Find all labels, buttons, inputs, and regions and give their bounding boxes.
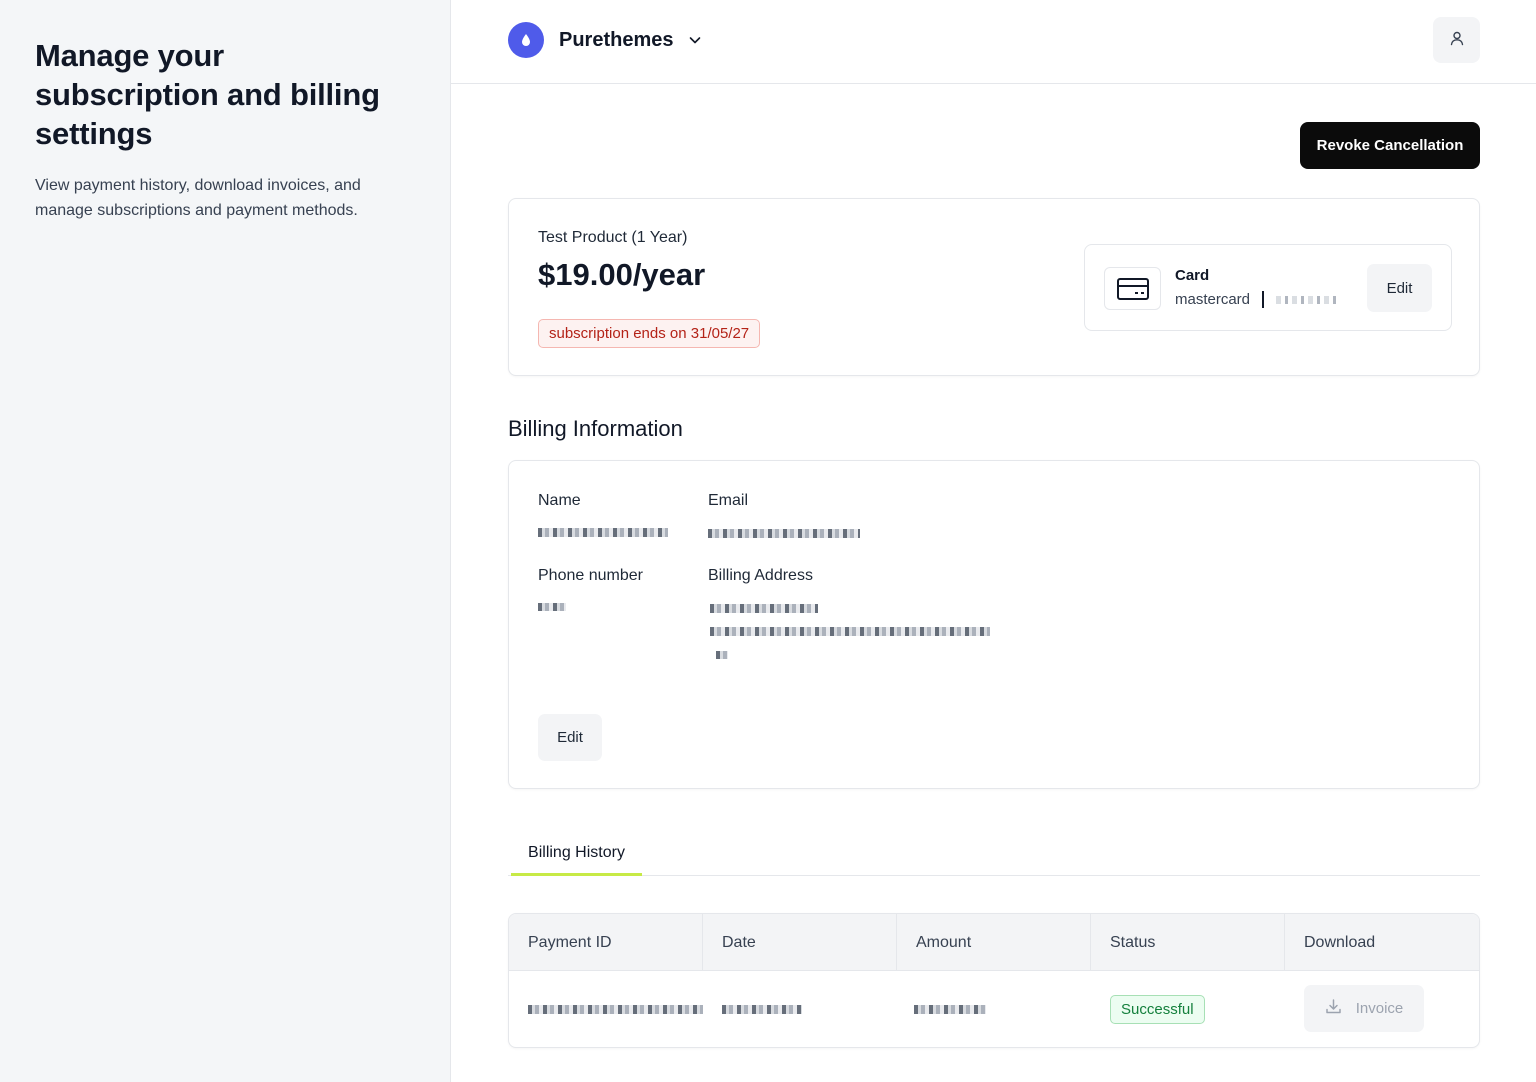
top-bar: Purethemes (451, 0, 1536, 84)
main-content: Purethemes Revoke Cancellation Test Prod… (451, 0, 1536, 1082)
card-brand: mastercard (1175, 291, 1251, 308)
product-price: $19.00/year (538, 257, 706, 292)
billing-tabs: Billing History (508, 832, 1480, 876)
tab-billing-history[interactable]: Billing History (511, 832, 642, 876)
redacted-email (708, 529, 860, 538)
sidebar: Manage your subscription and billing set… (0, 0, 451, 1082)
download-icon (1325, 998, 1342, 1019)
separator (1262, 291, 1265, 308)
column-header: Payment ID (509, 914, 703, 971)
billing-history-table: Payment ID Date Amount Status Download S… (508, 913, 1480, 1048)
subscription-status-badge: subscription ends on 31/05/27 (538, 319, 761, 348)
table-header: Payment ID Date Amount Status Download (509, 914, 1479, 971)
download-invoice-button[interactable]: Invoice (1304, 985, 1424, 1032)
page-title: Manage your subscription and billing set… (35, 38, 380, 151)
column-header: Amount (897, 914, 1091, 971)
workspace-switcher[interactable]: Purethemes (508, 22, 702, 58)
redacted-address-line-3 (716, 651, 728, 659)
email-label: Email (708, 492, 749, 509)
name-label: Name (538, 492, 581, 509)
phone-label: Phone number (538, 567, 643, 584)
table-row: Successful Invoice (509, 971, 1479, 1047)
user-icon (1449, 30, 1465, 51)
brand-name: Purethemes (559, 28, 674, 51)
payment-method-detail: mastercard (1175, 291, 1341, 308)
billing-information-card: Name Email Phone number Billing Address … (508, 460, 1480, 789)
redacted-address-line-2 (710, 627, 990, 636)
column-header: Date (703, 914, 897, 971)
payment-method-title: Card (1175, 267, 1210, 284)
credit-card-icon (1104, 267, 1161, 310)
redacted-name (538, 528, 668, 537)
redacted-card-number (1276, 295, 1341, 304)
user-menu-button[interactable] (1433, 17, 1480, 63)
redacted-amount (914, 1005, 986, 1014)
drop-icon (508, 22, 544, 58)
billing-information-title: Billing Information (508, 416, 683, 441)
product-name: Test Product (1 Year) (538, 229, 688, 246)
invoice-label: Invoice (1355, 1000, 1404, 1017)
revoke-cancellation-button[interactable]: Revoke Cancellation (1300, 122, 1480, 169)
redacted-date (722, 1005, 802, 1014)
redacted-phone (538, 603, 566, 611)
page-description: View payment history, download invoices,… (35, 177, 361, 219)
redacted-address-line-1 (710, 604, 818, 613)
status-badge: Successful (1110, 995, 1205, 1024)
edit-payment-method-button[interactable]: Edit (1367, 264, 1432, 312)
chevron-down-icon (688, 33, 702, 47)
column-header: Download (1304, 933, 1376, 951)
redacted-payment-id (528, 1005, 703, 1014)
edit-billing-info-button[interactable]: Edit (538, 714, 602, 761)
column-header: Status (1091, 914, 1285, 971)
subscription-card: Test Product (1 Year) $19.00/year subscr… (508, 198, 1480, 376)
payment-method-card: Card mastercard Edit (1084, 244, 1452, 331)
billing-address-label: Billing Address (708, 567, 813, 584)
